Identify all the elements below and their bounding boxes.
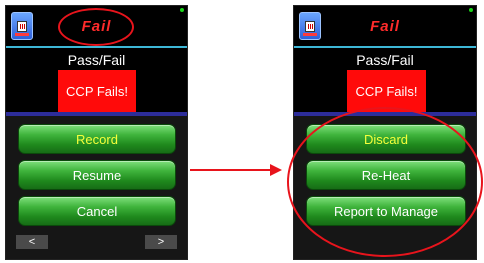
status-badge: CCP Fails!: [58, 70, 136, 112]
status-led-icon: [180, 8, 184, 12]
record-button[interactable]: Record: [18, 124, 176, 154]
status-led-icon: [469, 8, 473, 12]
header-divider: [6, 46, 187, 48]
highlight-oval-buttons: [287, 107, 483, 257]
status-badge: CCP Fails!: [347, 70, 426, 112]
screen-subtitle: Pass/Fail: [67, 52, 126, 68]
screen-title: Fail: [370, 18, 400, 35]
screen-header: Fail: [294, 6, 476, 46]
right-arrow-icon: [190, 169, 272, 171]
button-panel: Record Resume Cancel < >: [6, 116, 187, 259]
header-divider: [294, 46, 476, 48]
resume-button[interactable]: Resume: [18, 160, 176, 190]
screen-subtitle: Pass/Fail: [356, 52, 414, 68]
prev-page-button[interactable]: <: [16, 235, 48, 249]
highlight-oval-title: [58, 8, 134, 46]
next-page-button[interactable]: >: [145, 235, 177, 249]
cancel-button[interactable]: Cancel: [18, 196, 176, 226]
arrow-head: [270, 164, 282, 176]
